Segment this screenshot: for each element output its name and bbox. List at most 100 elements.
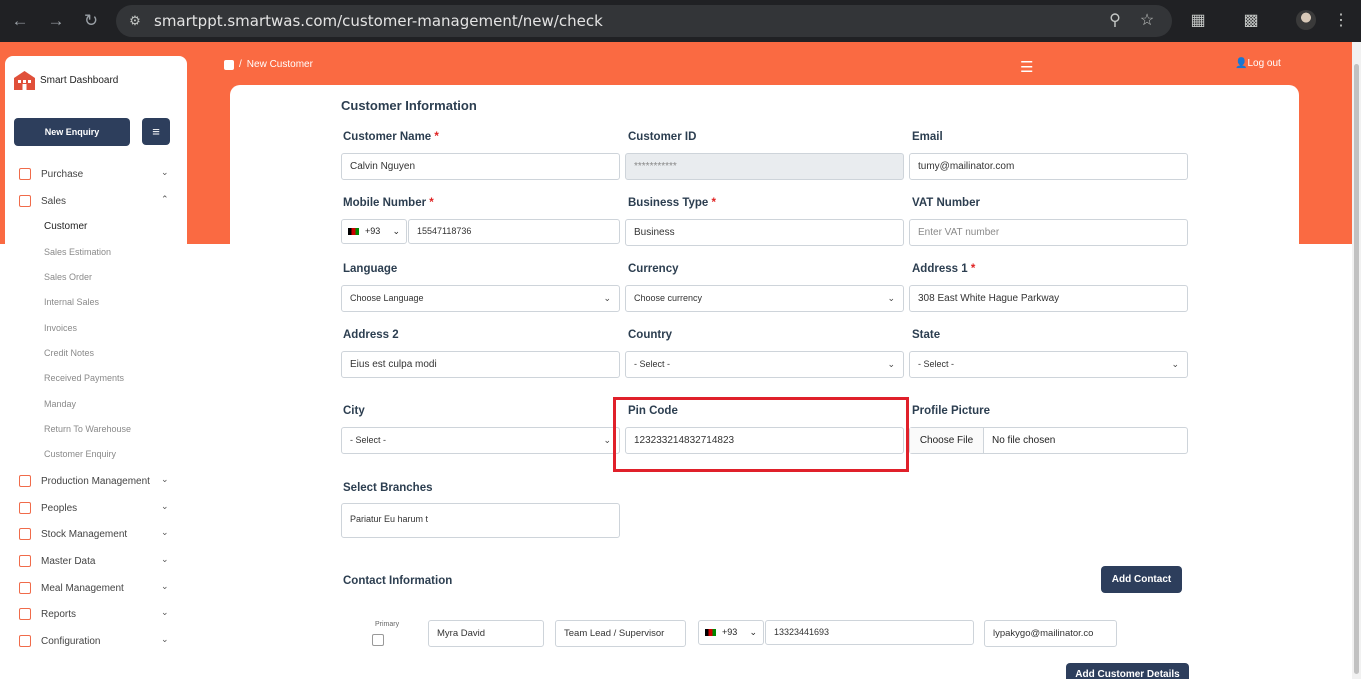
chevron-down-icon: ⌄ — [603, 293, 611, 303]
address-bar[interactable]: ⚙ smartppt.smartwas.com/customer-managem… — [116, 5, 1172, 37]
currency-label: Currency — [628, 263, 679, 275]
logo-icon — [14, 71, 35, 90]
sidebar-item-label: Master Data — [41, 556, 96, 567]
chevron-down-icon: ⌄ — [603, 435, 611, 445]
required-mark: * — [434, 131, 439, 143]
contact-role-input[interactable]: Team Lead / Supervisor — [555, 620, 686, 647]
city-label: City — [343, 405, 365, 417]
currency-select[interactable]: Choose currency ⌄ — [625, 285, 904, 312]
city-select[interactable]: - Select - ⌄ — [341, 427, 620, 454]
sidebar-item-label: Reports — [41, 609, 77, 620]
country-code-select[interactable]: +93 ⌄ — [341, 219, 407, 244]
email-label: Email — [912, 131, 943, 143]
sidebar-item-purchase[interactable]: Purchase ⌄ — [19, 166, 179, 184]
page-scrollbar[interactable] — [1352, 42, 1361, 679]
file-status: No file chosen — [992, 435, 1056, 446]
chevron-down-icon: ⌄ — [161, 167, 169, 177]
kebab-icon[interactable]: ⋮ — [1330, 10, 1352, 32]
add-customer-details-button[interactable]: Add Customer Details — [1066, 663, 1189, 679]
state-select[interactable]: - Select - ⌄ — [909, 351, 1188, 378]
label-text: Customer Name — [343, 131, 432, 143]
sidebar-item-reports[interactable]: Reports ⌄ — [19, 606, 179, 624]
country-value: - Select - — [634, 359, 671, 369]
address1-input[interactable]: 308 East White Hague Parkway — [909, 285, 1188, 312]
back-icon[interactable]: ← — [9, 10, 31, 32]
sidebar-subitem-invoices[interactable]: Invoices — [44, 323, 77, 333]
label-text: Mobile Number — [343, 197, 427, 209]
profile-icon[interactable] — [1296, 10, 1316, 30]
url-text[interactable]: smartppt.smartwas.com/customer-managemen… — [154, 12, 603, 30]
sidebar-subitem-customer-enquiry[interactable]: Customer Enquiry — [44, 449, 116, 459]
business-type-label: Business Type * — [628, 197, 716, 209]
highlight-box — [613, 397, 909, 472]
report-icon — [19, 608, 31, 620]
profile-picture-label: Profile Picture — [912, 405, 990, 417]
email-input[interactable]: tumy@mailinator.com — [909, 153, 1188, 180]
branches-select[interactable]: Pariatur Eu harum t — [341, 503, 620, 538]
required-mark: * — [429, 197, 434, 209]
menu-icon[interactable]: ≡ — [142, 118, 170, 145]
browser-toolbar: ← → ↻ ⚙ smartppt.smartwas.com/customer-m… — [0, 0, 1361, 42]
sidebar-subitem-sales-estimation[interactable]: Sales Estimation — [44, 247, 111, 257]
new-enquiry-button[interactable]: New Enquiry — [14, 118, 130, 146]
sidebar-item-meal-management[interactable]: Meal Management ⌄ — [19, 580, 179, 598]
customer-name-input[interactable]: Calvin Nguyen — [341, 153, 620, 180]
sidebar-item-label: Stock Management — [41, 529, 128, 540]
sidebar-subitem-sales-order[interactable]: Sales Order — [44, 272, 92, 282]
sidebar-item-production-management[interactable]: Production Management ⌄ — [19, 473, 179, 491]
profile-picture-input[interactable]: Choose File No file chosen — [909, 427, 1188, 454]
country-select[interactable]: - Select - ⌄ — [625, 351, 904, 378]
sidebar-subitem-return-to-warehouse[interactable]: Return To Warehouse — [44, 424, 131, 434]
star-icon[interactable]: ☆ — [1137, 11, 1157, 31]
site-settings-icon[interactable]: ⚙ — [126, 12, 144, 30]
mobile-number-input[interactable]: 15547118736 — [408, 219, 620, 244]
vat-input[interactable]: Enter VAT number — [909, 219, 1188, 246]
contact-email-input[interactable]: lypakygo@mailinator.co — [984, 620, 1117, 647]
customer-id-label: Customer ID — [628, 131, 697, 143]
forward-icon[interactable]: → — [45, 10, 67, 32]
add-contact-button[interactable]: Add Contact — [1101, 566, 1182, 593]
sidebar-subitem-credit-notes[interactable]: Credit Notes — [44, 348, 94, 358]
contact-phone-input[interactable]: 13323441693 — [765, 620, 974, 645]
sidebar-subitem-received-payments[interactable]: Received Payments — [44, 373, 124, 383]
chevron-down-icon: ⌄ — [161, 501, 169, 511]
business-type-input[interactable]: Business — [625, 219, 904, 246]
sidebar-subitem-manday[interactable]: Manday — [44, 399, 76, 409]
scrollbar-thumb[interactable] — [1354, 64, 1359, 674]
zoom-icon[interactable]: ⚲ — [1105, 11, 1125, 31]
contact-country-code-select[interactable]: +93 ⌄ — [698, 620, 764, 645]
reload-icon[interactable]: ↻ — [80, 10, 102, 32]
logout-label: Log out — [1247, 58, 1281, 69]
afghanistan-flag-icon — [348, 228, 359, 236]
home-icon[interactable] — [224, 59, 234, 70]
sidebar-item-label: Production Management — [41, 476, 150, 487]
contact-name-input[interactable]: Myra David — [428, 620, 544, 647]
required-mark: * — [970, 263, 976, 275]
sidebar-item-configuration[interactable]: Configuration ⌄ — [19, 633, 179, 651]
sidebar-item-sales[interactable]: Sales ⌃ — [19, 193, 179, 211]
sidebar-item-label: Meal Management — [41, 583, 124, 594]
sales-icon — [19, 195, 31, 207]
chevron-down-icon: ⌄ — [887, 359, 895, 369]
chevron-down-icon: ⌄ — [161, 527, 169, 537]
city-value: - Select - — [350, 435, 387, 445]
address2-input[interactable]: Eius est culpa modi — [341, 351, 620, 378]
sidebar-item-stock-management[interactable]: Stock Management ⌄ — [19, 526, 179, 544]
extensions-icon[interactable]: ▦ — [1187, 10, 1209, 32]
cast-icon[interactable]: ▩ — [1240, 10, 1262, 32]
logout-link[interactable]: 👤Log out — [1235, 58, 1281, 69]
sidebar-subitem-customer[interactable]: Customer — [44, 221, 87, 232]
breadcrumb-separator: / — [239, 59, 242, 70]
chevron-down-icon: ⌄ — [161, 634, 169, 644]
choose-file-button[interactable]: Choose File — [910, 428, 984, 453]
hamburger-icon[interactable]: ☰ — [1020, 58, 1033, 76]
sidebar-subitem-internal-sales[interactable]: Internal Sales — [44, 297, 99, 307]
contact-title: Contact Information — [343, 575, 453, 587]
state-value: - Select - — [918, 359, 955, 369]
primary-checkbox[interactable] — [372, 634, 384, 646]
sidebar-item-peoples[interactable]: Peoples ⌄ — [19, 500, 179, 518]
sidebar-item-master-data[interactable]: Master Data ⌄ — [19, 553, 179, 571]
primary-label: Primary — [375, 621, 400, 628]
language-select[interactable]: Choose Language ⌄ — [341, 285, 620, 312]
state-label: State — [912, 329, 941, 341]
